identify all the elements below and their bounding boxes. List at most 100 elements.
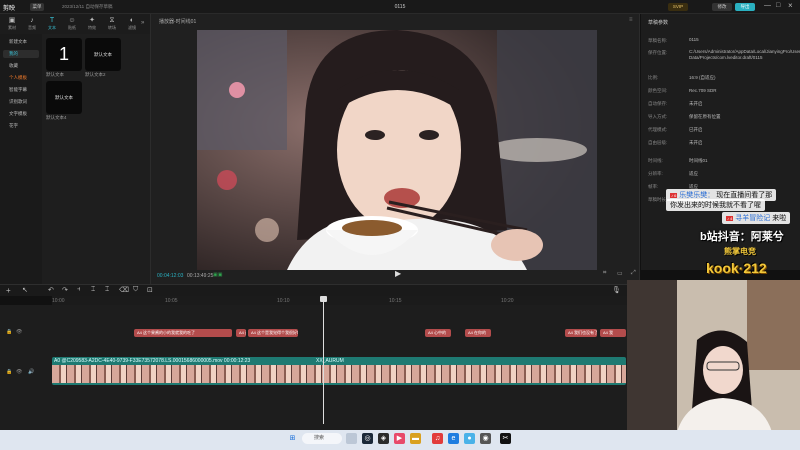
- track-lock-icon[interactable]: 🔒: [6, 329, 12, 335]
- chat-message: ♪ 4 寻羊冒险记 来啦: [722, 212, 791, 224]
- close-icon[interactable]: ×: [788, 1, 793, 10]
- brand-logo: kook·212: [706, 260, 767, 276]
- svip-badge[interactable]: SVIP: [668, 3, 688, 11]
- add-icon[interactable]: +: [6, 286, 11, 295]
- sidebar-item-lyrics[interactable]: 识别歌词: [3, 98, 39, 106]
- sidebar-item-smart-subtitle[interactable]: 智能字幕: [3, 86, 39, 94]
- text-track-header: 🔒 👁: [0, 327, 52, 341]
- video-clip-label: XX_AURUM: [316, 358, 344, 364]
- audio-icon: ♪: [30, 17, 34, 24]
- main-track-header: 🔒 👁 🔊: [0, 367, 52, 381]
- tab-filter[interactable]: ◐ 滤镜: [122, 16, 142, 32]
- track-eye-icon[interactable]: 👁: [16, 329, 22, 335]
- app-icon[interactable]: ●: [464, 433, 475, 444]
- text-clip[interactable]: A4 我: [600, 329, 626, 337]
- text-clip[interactable]: A4 这个是我觉得个我很好吃: [248, 329, 298, 337]
- tab-transition[interactable]: ⧖ 转场: [102, 16, 122, 32]
- app-icon[interactable]: ▶: [394, 433, 405, 444]
- video-content-image: [197, 30, 597, 270]
- sidebar-item-text-template[interactable]: 文字模板: [3, 110, 39, 118]
- details-title: 草稿参数: [648, 20, 669, 26]
- sidebar-item-favorites[interactable]: 收藏: [3, 62, 39, 70]
- video-clip-label: A0 @C209583-A2DC-4E40-9739-F33E73572078.…: [54, 358, 251, 364]
- fit-icon[interactable]: ⌗: [603, 270, 606, 277]
- asset-thumb-default-4[interactable]: 默认文本: [46, 81, 82, 114]
- current-time: 00:04:12:03: [157, 273, 184, 279]
- text-clip[interactable]: A4 这: [236, 329, 246, 337]
- asset-thumb-default[interactable]: 1: [46, 38, 82, 71]
- microphone-icon[interactable]: 🎙: [612, 286, 621, 294]
- folder-icon[interactable]: ▬: [410, 433, 421, 444]
- tab-text[interactable]: T 文本: [42, 16, 62, 32]
- modify-button[interactable]: 修改: [712, 3, 732, 11]
- ruler-tick: 10:00: [52, 298, 65, 304]
- player-title: 播放器-时间线01: [159, 19, 197, 25]
- redo-icon[interactable]: ↷: [62, 286, 68, 294]
- ruler-tick: 10:15: [389, 298, 402, 304]
- split-right-icon[interactable]: ⌶: [105, 286, 109, 294]
- sidebar-item-new-text[interactable]: 新建文本: [3, 38, 39, 46]
- play-icon[interactable]: ▶: [395, 269, 401, 278]
- media-icon: ▣: [8, 17, 16, 24]
- more-tabs-icon[interactable]: »: [141, 20, 144, 26]
- tab-sticker[interactable]: ☺ 贴纸: [62, 16, 82, 32]
- undo-icon[interactable]: ↶: [48, 286, 54, 294]
- tab-effects[interactable]: ✦ 特效: [82, 16, 102, 32]
- delete-icon[interactable]: ⌫: [119, 286, 129, 294]
- sidebar-item-flower-text[interactable]: 花字: [3, 122, 39, 130]
- player-menu-icon[interactable]: ≡: [629, 17, 633, 23]
- asset-label: 默认文本4: [46, 115, 67, 120]
- shield-icon[interactable]: ⛉: [133, 286, 138, 294]
- taskbar-search[interactable]: 搜索: [302, 433, 342, 444]
- effects-icon: ✦: [89, 17, 95, 24]
- text-clip[interactable]: A4 心中的: [425, 329, 451, 337]
- capcut-icon[interactable]: ✂: [500, 433, 511, 444]
- app-icon[interactable]: ◈: [378, 433, 389, 444]
- asset-label: 默认文本: [46, 72, 64, 77]
- video-frame[interactable]: [197, 30, 597, 270]
- text-icon: T: [49, 17, 55, 24]
- tab-media[interactable]: ▣ 素材: [2, 16, 22, 32]
- app-icon[interactable]: ◉: [480, 433, 491, 444]
- select-cursor-icon[interactable]: ↖: [22, 286, 28, 294]
- export-button[interactable]: 导出: [735, 3, 755, 11]
- timeline-ruler[interactable]: 10:00 10:05 10:10 10:15 10:20: [52, 296, 630, 305]
- sidebar-item-mine[interactable]: 我的: [3, 50, 39, 58]
- track-audio-icon[interactable]: 🔊: [28, 369, 34, 375]
- sidebar-item-personal-template[interactable]: 个人模板: [3, 74, 39, 82]
- ruler-tick: 10:20: [501, 298, 514, 304]
- webcam-image: [627, 280, 800, 432]
- timeline-toolbar: + ↖ ↶ ↷ ⫞ ⌶ ⌶ ⌫ ⛉ ⊡ 🎙: [0, 284, 630, 296]
- crop-icon[interactable]: ⊡: [147, 286, 153, 294]
- playhead-handle[interactable]: [320, 296, 327, 302]
- text-category-sidebar: 新建文本 我的 收藏 个人模板 智能字幕 识别歌词 文字模板 花字: [0, 34, 42, 286]
- ruler-tick: 10:05: [165, 298, 178, 304]
- split-icon[interactable]: ⫞: [77, 286, 81, 294]
- title-bar: 剪映 菜单 2023/12/11 自动保存草稿 0115 SVIP 修改 导出 …: [0, 0, 800, 14]
- maximize-icon[interactable]: □: [776, 2, 780, 9]
- total-time: 00:13:49:25: [187, 273, 214, 279]
- playhead[interactable]: [323, 296, 324, 424]
- sticker-icon: ☺: [68, 17, 76, 24]
- task-view-icon[interactable]: [346, 433, 357, 444]
- ratio-icon[interactable]: ▭: [617, 270, 623, 277]
- track-eye-icon[interactable]: 👁: [16, 369, 22, 375]
- asset-thumb-default-2[interactable]: 默认文本: [85, 38, 121, 71]
- fullscreen-icon[interactable]: ⤢: [631, 270, 636, 277]
- text-clip[interactable]: A4 在你的: [465, 329, 491, 337]
- minimize-icon[interactable]: —: [764, 2, 771, 9]
- main-video-clip[interactable]: A0 @C209583-A2DC-4E40-9739-F33E73572078.…: [52, 357, 626, 385]
- filter-icon: ◐: [129, 17, 135, 24]
- track-lock-icon[interactable]: 🔒: [6, 369, 12, 375]
- text-clip[interactable]: A4 我们也没有了: [565, 329, 597, 337]
- netease-music-icon[interactable]: ♫: [432, 433, 443, 444]
- steam-icon[interactable]: ◎: [362, 433, 373, 444]
- windows-start-icon[interactable]: ⊞: [287, 433, 298, 444]
- text-clip[interactable]: A4 这个果酱的小的我就我的吃了: [134, 329, 232, 337]
- text-asset-panel: 1 默认文本 默认文本 默认文本2 默认文本 默认文本4: [42, 34, 150, 286]
- ruler-tick: 10:10: [277, 298, 290, 304]
- asset-label: 默认文本2: [85, 72, 106, 77]
- edge-icon[interactable]: e: [448, 433, 459, 444]
- split-left-icon[interactable]: ⌶: [91, 286, 95, 294]
- tab-audio[interactable]: ♪ 音频: [22, 16, 42, 32]
